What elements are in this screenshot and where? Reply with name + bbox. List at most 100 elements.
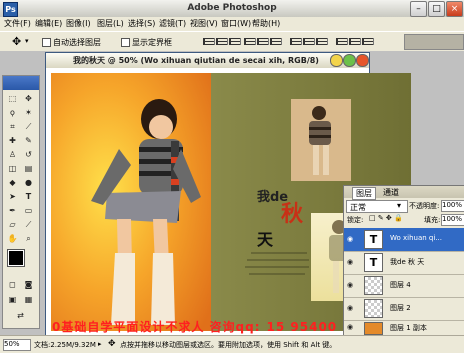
doc-size: 文档:2.25M/9.32M xyxy=(34,341,96,349)
jump-to-imageready-icon[interactable]: ⇄ xyxy=(15,310,26,321)
eye-icon[interactable]: ◉ xyxy=(347,281,353,289)
quickmask-mode-icon[interactable]: ◙ xyxy=(23,279,34,290)
status-arrow-icon[interactable]: ▸ xyxy=(98,340,102,348)
layer-thumbnail xyxy=(364,276,383,295)
align-bottom-icon[interactable] xyxy=(229,38,241,45)
toolbox: ⬚ ✥ ϙ ✶ ⌗ ⟋ ✚ ✎ ♙ ↺ ◫ ▤ ◆ ● ➤ T ✒ ▭ ▱ ⟋ … xyxy=(2,75,40,329)
auto-select-checkbox[interactable] xyxy=(42,38,51,47)
show-bbox-label: 显示定界框 xyxy=(132,38,172,47)
move-tool-icon: ✥ xyxy=(108,339,116,349)
zoom-tool-icon[interactable]: ⌕ xyxy=(23,233,34,244)
lock-label: 锁定: xyxy=(347,216,364,224)
healing-brush-icon[interactable]: ✚ xyxy=(7,135,18,146)
chevron-down-icon: ▾ xyxy=(397,201,402,210)
marquee-tool-icon[interactable]: ⬚ xyxy=(7,93,18,104)
eraser-tool-icon[interactable]: ◫ xyxy=(7,163,18,174)
menu-window[interactable]: 窗口(W) xyxy=(221,18,251,29)
slice-tool-icon[interactable]: ⟋ xyxy=(23,121,34,132)
lasso-tool-icon[interactable]: ϙ xyxy=(7,107,18,118)
status-bar: 50% 文档:2.25M/9.32M ▸ ✥ 点按并拖移以移动图层或选区。要用附… xyxy=(0,335,464,353)
magic-wand-tool-icon[interactable]: ✶ xyxy=(23,107,34,118)
watermark-main: 0基础自学平面设计不求人 咨询qq: xyxy=(52,320,261,334)
distribute-hcenter-icon[interactable] xyxy=(349,38,361,45)
eye-icon[interactable]: ◉ xyxy=(347,258,353,266)
align-top-icon[interactable] xyxy=(203,38,215,45)
layer-row[interactable]: ◉ T Wo xihuan qi... xyxy=(344,228,464,252)
history-brush-icon[interactable]: ↺ xyxy=(23,149,34,160)
hand-tool-icon[interactable]: ✋ xyxy=(7,233,18,244)
screen-mode-full-icon[interactable]: ▦ xyxy=(23,294,34,305)
title-bar: Ps Adobe Photoshop – □ × xyxy=(0,0,464,17)
doc-maximize-button[interactable] xyxy=(343,54,356,67)
brush-tool-icon[interactable]: ✎ xyxy=(23,135,34,146)
distribute-top-icon[interactable] xyxy=(290,38,302,45)
doc-minimize-button[interactable] xyxy=(330,54,343,67)
menu-help[interactable]: 帮助(H) xyxy=(252,18,280,29)
doc-close-button[interactable] xyxy=(356,54,369,67)
eye-icon[interactable]: ◉ xyxy=(347,323,353,331)
pen-tool-icon[interactable]: ✒ xyxy=(7,205,18,216)
layers-panel-tabs: 图层 通道 xyxy=(344,186,464,200)
menu-layer[interactable]: 图层(L) xyxy=(97,18,124,29)
eye-icon[interactable]: ◉ xyxy=(347,304,353,312)
toolbox-header xyxy=(3,76,39,90)
layer-row[interactable]: ◉ T 我de 秋 天 xyxy=(344,251,464,275)
dodge-tool-icon[interactable]: ● xyxy=(23,177,34,188)
path-select-icon[interactable]: ➤ xyxy=(7,191,18,202)
layer-row[interactable]: ◉ 图层 2 xyxy=(344,297,464,321)
layers-panel: 图层 通道 正常 ▾ 不透明度: 100% 锁定: □ ✎ ✥ 🔒 填充: 10… xyxy=(343,185,464,337)
tab-layers[interactable]: 图层 xyxy=(352,187,376,200)
blend-mode-select[interactable]: 正常 ▾ xyxy=(346,200,408,213)
text-layer-icon: T xyxy=(364,253,383,272)
layer-row[interactable]: ◉ 图层 1 副本 xyxy=(344,320,464,335)
distribute-vcenter-icon[interactable] xyxy=(303,38,315,45)
distribute-bottom-icon[interactable] xyxy=(316,38,328,45)
layer-row[interactable]: ◉ 图层 4 xyxy=(344,274,464,298)
distribute-right-icon[interactable] xyxy=(362,38,374,45)
align-vcenter-icon[interactable] xyxy=(216,38,228,45)
distribute-left-icon[interactable] xyxy=(336,38,348,45)
zoom-level[interactable]: 50% xyxy=(3,339,31,351)
standard-mode-icon[interactable]: ◻ xyxy=(7,279,18,290)
eye-icon[interactable]: ◉ xyxy=(347,235,353,243)
screen-mode-standard-icon[interactable]: ▣ xyxy=(7,294,18,305)
close-button[interactable]: × xyxy=(446,1,463,17)
palette-well[interactable] xyxy=(404,34,464,50)
menu-filter[interactable]: 滤镜(T) xyxy=(159,18,186,29)
menu-image[interactable]: 图像(I) xyxy=(66,18,91,29)
show-bbox-checkbox[interactable] xyxy=(121,38,130,47)
layer-name: 我de 秋 天 xyxy=(390,258,425,266)
menu-view[interactable]: 视图(V) xyxy=(190,18,218,29)
lock-pixels-icon[interactable]: □ ✎ ✥ 🔒 xyxy=(369,214,403,222)
chevron-down-icon[interactable]: ▾ xyxy=(25,37,29,45)
eyedropper-tool-icon[interactable]: ⟋ xyxy=(23,219,34,230)
maximize-button[interactable]: □ xyxy=(428,1,445,17)
art-text-qiu: 秋 xyxy=(281,201,304,227)
menu-select[interactable]: 选择(S) xyxy=(128,18,155,29)
gradient-tool-icon[interactable]: ▤ xyxy=(23,163,34,174)
layer-name: 图层 1 副本 xyxy=(390,324,427,332)
move-tool-icon[interactable]: ✥ xyxy=(23,93,34,104)
opacity-input[interactable]: 100% xyxy=(441,200,464,212)
menu-file[interactable]: 文件(F) xyxy=(4,18,31,29)
minimize-button[interactable]: – xyxy=(410,1,427,17)
fill-input[interactable]: 100% xyxy=(441,214,464,226)
align-hcenter-icon[interactable] xyxy=(257,38,269,45)
move-tool-icon[interactable]: ✥ xyxy=(12,35,21,48)
window-title: Adobe Photoshop xyxy=(187,3,277,13)
layer-name: 图层 4 xyxy=(390,281,411,289)
crop-tool-icon[interactable]: ⌗ xyxy=(7,121,18,132)
align-right-icon[interactable] xyxy=(270,38,282,45)
type-tool-icon[interactable]: T xyxy=(23,191,34,202)
layer-thumbnail xyxy=(364,299,383,318)
notes-tool-icon[interactable]: ▱ xyxy=(7,219,18,230)
foreground-color-swatch[interactable] xyxy=(7,249,25,267)
document-title: 我的秋天 @ 50% (Wo xihuan qiutian de secai x… xyxy=(73,56,319,65)
clone-stamp-icon[interactable]: ♙ xyxy=(7,149,18,160)
layer-thumbnail xyxy=(364,322,383,335)
shape-tool-icon[interactable]: ▭ xyxy=(23,205,34,216)
align-left-icon[interactable] xyxy=(244,38,256,45)
menu-edit[interactable]: 编辑(E) xyxy=(35,18,62,29)
tab-channels[interactable]: 通道 xyxy=(380,187,402,198)
blur-tool-icon[interactable]: ◆ xyxy=(7,177,18,188)
